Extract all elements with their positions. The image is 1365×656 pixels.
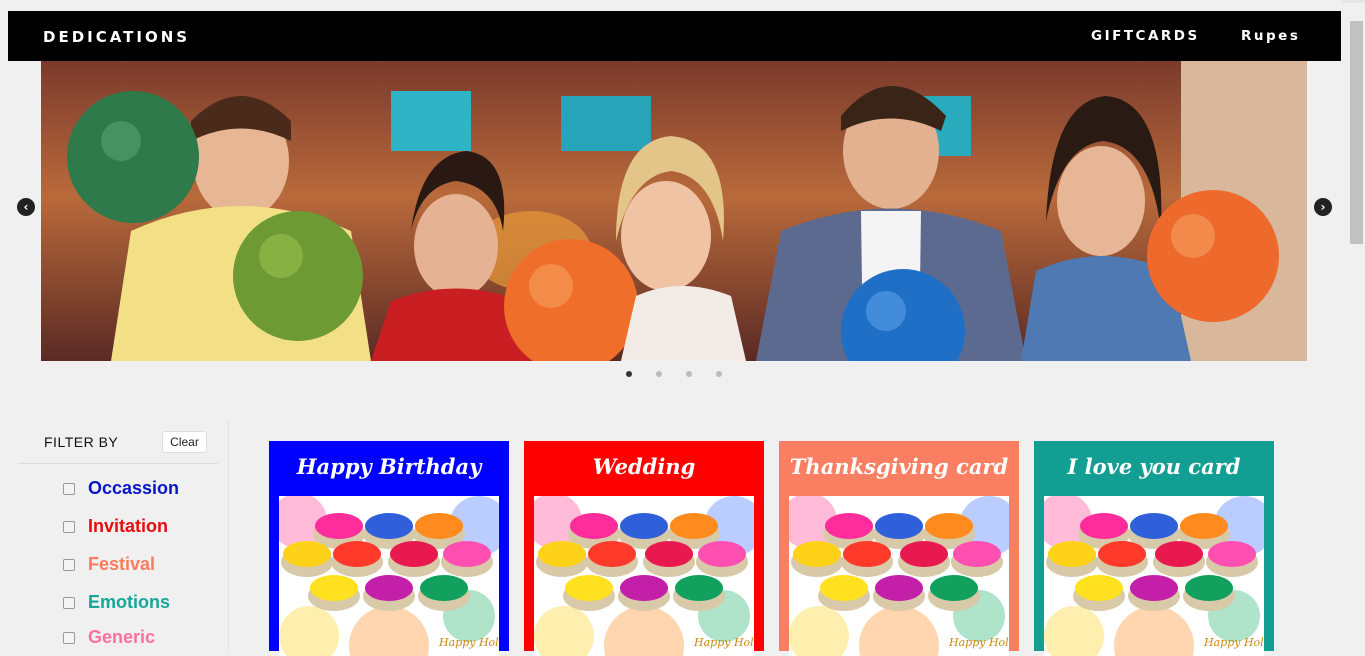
chevron-left-icon: ‹ bbox=[23, 200, 29, 214]
filter-sidebar: FILTER BY Clear Occassion Invitation Fes… bbox=[18, 420, 229, 650]
brand-logo[interactable]: DEDICATIONS bbox=[43, 28, 190, 46]
card-thanksgiving[interactable]: Thanksgiving card Happy Holi bbox=[779, 441, 1019, 656]
scrollbar-thumb[interactable] bbox=[1350, 21, 1363, 244]
filter-label[interactable]: Emotions bbox=[88, 592, 170, 613]
holi-caption: Happy Holi bbox=[438, 636, 499, 649]
filter-checkbox[interactable] bbox=[63, 632, 75, 644]
filter-title: FILTER BY bbox=[44, 434, 119, 450]
chevron-right-icon: › bbox=[1320, 200, 1326, 214]
card-wedding[interactable]: Wedding Happy Holi bbox=[524, 441, 764, 656]
card-holi-image[interactable]: Happy Holi bbox=[534, 496, 754, 656]
holi-caption: Happy Holi bbox=[1203, 636, 1264, 649]
card-title: Thanksgiving card bbox=[789, 454, 1009, 479]
card-title: Happy Birthday bbox=[296, 454, 482, 479]
holi-caption: Happy Holi bbox=[948, 636, 1009, 649]
filter-checkbox[interactable] bbox=[63, 521, 75, 533]
filter-checkbox[interactable] bbox=[63, 483, 75, 495]
card-title: I love you card bbox=[1067, 454, 1241, 479]
carousel-dot-1[interactable] bbox=[626, 371, 632, 377]
nav-link-giftcards[interactable]: GIFTCARDS bbox=[1091, 28, 1200, 44]
hero-carousel-slide bbox=[41, 61, 1307, 361]
top-navbar: DEDICATIONS GIFTCARDS Rupes bbox=[8, 11, 1341, 61]
carousel-indicators bbox=[620, 371, 740, 381]
sidebar-divider bbox=[18, 463, 218, 464]
card-i-love-you[interactable]: I love you card Happy Holi bbox=[1034, 441, 1274, 656]
carousel-next-button[interactable]: › bbox=[1314, 198, 1332, 216]
card-holi-image[interactable]: Happy Holi bbox=[1044, 496, 1264, 656]
holi-powder-illustration: Happy Holi bbox=[279, 496, 499, 656]
holi-powder-illustration: Happy Holi bbox=[789, 496, 1009, 656]
card-holi-image[interactable]: Happy Holi bbox=[789, 496, 1009, 656]
filter-label[interactable]: Generic bbox=[88, 627, 155, 648]
filter-label[interactable]: Occassion bbox=[88, 478, 179, 499]
page: DEDICATIONS GIFTCARDS Rupes ‹ › FILTER B… bbox=[0, 0, 1341, 656]
card-happy-birthday[interactable]: Happy Birthday Happy Holi bbox=[269, 441, 509, 656]
card-title: Wedding bbox=[592, 454, 696, 479]
filter-label[interactable]: Invitation bbox=[88, 516, 168, 537]
holi-powder-illustration: Happy Holi bbox=[1044, 496, 1264, 656]
clear-filter-button[interactable]: Clear bbox=[162, 431, 207, 453]
filter-label[interactable]: Festival bbox=[88, 554, 155, 575]
nav-link-rupes[interactable]: Rupes bbox=[1241, 28, 1300, 44]
carousel-prev-button[interactable]: ‹ bbox=[17, 198, 35, 216]
filter-checkbox[interactable] bbox=[63, 597, 75, 609]
page-scrollbar[interactable] bbox=[1348, 3, 1365, 641]
carousel-dot-2[interactable] bbox=[656, 371, 662, 377]
hero-bowling-photo bbox=[41, 61, 1307, 361]
card-holi-image[interactable]: Happy Holi bbox=[279, 496, 499, 656]
filter-checkbox[interactable] bbox=[63, 559, 75, 571]
holi-caption: Happy Holi bbox=[693, 636, 754, 649]
holi-powder-illustration: Happy Holi bbox=[534, 496, 754, 656]
carousel-dot-4[interactable] bbox=[716, 371, 722, 377]
carousel-dot-3[interactable] bbox=[686, 371, 692, 377]
